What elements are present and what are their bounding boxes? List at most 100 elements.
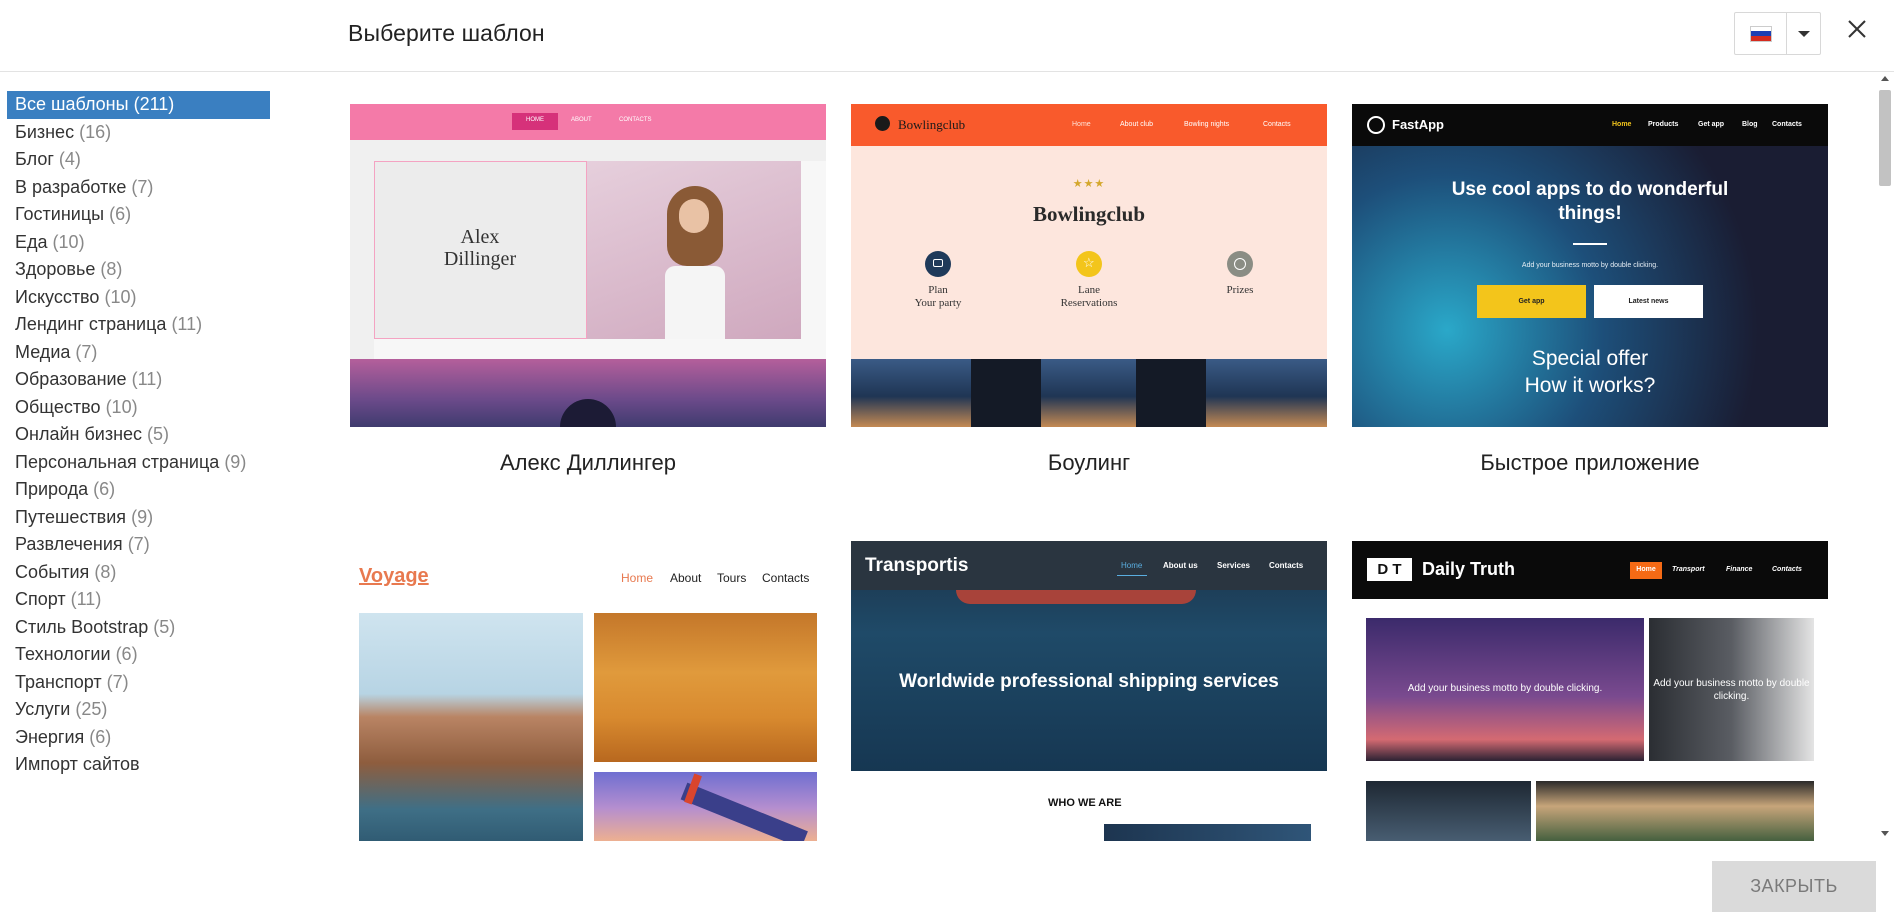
preview-nav-item: HOME — [526, 117, 544, 123]
category-count: (16) — [79, 121, 112, 142]
template-preview[interactable]: HOME ABOUT CONTACTS Alex Dillinger — [350, 104, 826, 427]
category-count: (4) — [58, 149, 81, 169]
category-count: (10) — [105, 396, 138, 417]
preview-feature: Lane — [1078, 284, 1100, 296]
category-label: Транспорт — [15, 671, 102, 692]
template-preview[interactable]: Bowlingclub Home About club Bowling nigh… — [851, 104, 1327, 427]
preview-logo: Daily Truth — [1422, 559, 1516, 579]
preview-nav-item: ABOUT — [571, 117, 592, 123]
preview-feature: Reservations — [1060, 297, 1118, 309]
category-item[interactable]: Гостиницы (6) — [7, 201, 270, 229]
category-label: События — [15, 561, 90, 582]
template-preview[interactable]: D T Daily Truth Home Transport Finance C… — [1352, 541, 1828, 841]
cliff-town-photo — [359, 613, 583, 841]
template-card[interactable]: Voyage Home About Tours Contacts — [350, 541, 826, 841]
category-item[interactable]: Персональная страница (9) — [7, 449, 270, 477]
category-item[interactable]: Технологии (6) — [7, 641, 270, 669]
category-count: (10) — [52, 231, 85, 252]
preview-nav-item: About club — [1120, 121, 1154, 128]
city-photo — [1104, 824, 1311, 841]
preview-logo: FastApp — [1392, 117, 1444, 132]
template-preview[interactable]: Transportis Home About us Services Conta… — [851, 541, 1327, 841]
scroll-down-icon[interactable] — [1881, 831, 1889, 836]
preview-logo: Voyage — [359, 565, 429, 587]
category-item[interactable]: Еда (10) — [7, 229, 270, 257]
category-count: (7) — [131, 176, 154, 197]
dialog-header: Выберите шаблон — [0, 0, 1894, 72]
close-dialog-button[interactable]: ЗАКРЫТЬ — [1712, 861, 1876, 912]
category-label: Здоровье — [15, 259, 96, 279]
preview-get-app-button: Get app — [1518, 298, 1545, 305]
category-item[interactable]: Услуги (25) — [7, 696, 270, 724]
category-item[interactable]: Импорт сайтов — [7, 751, 270, 779]
category-count: (8) — [94, 561, 117, 582]
preview-logo-mark: D T — [1377, 561, 1402, 578]
category-item[interactable]: Все шаблоны (211) — [7, 91, 270, 119]
category-item[interactable]: Транспорт (7) — [7, 669, 270, 697]
category-count: (6) — [93, 479, 116, 499]
category-count: (25) — [75, 699, 108, 719]
preview-motto: Add your business motto by double clicki… — [1521, 262, 1659, 269]
preview-heading: Bowlingclub — [1032, 202, 1146, 226]
category-item[interactable]: Медиа (7) — [7, 339, 270, 367]
category-label: Бизнес — [15, 121, 75, 142]
template-preview[interactable]: Voyage Home About Tours Contacts — [350, 541, 826, 841]
close-icon[interactable] — [1846, 18, 1868, 40]
category-label: Образование — [15, 369, 127, 389]
category-item[interactable]: Бизнес (16) — [7, 119, 270, 147]
category-item[interactable]: События (8) — [7, 559, 270, 587]
preview-nav-item: Home — [621, 571, 654, 585]
category-count: (6) — [109, 204, 132, 224]
preview-nav-item: CONTACTS — [619, 117, 652, 123]
category-item[interactable]: Общество (10) — [7, 394, 270, 422]
category-item[interactable]: Блог (4) — [7, 146, 270, 174]
category-label: Путешествия — [15, 506, 127, 527]
category-count: (6) — [89, 726, 112, 747]
category-item[interactable]: Путешествия (9) — [7, 504, 270, 532]
category-count: (7) — [75, 341, 98, 362]
template-card[interactable]: HOME ABOUT CONTACTS Alex Dillinger Алекс… — [350, 104, 826, 476]
category-item[interactable]: Природа (6) — [7, 476, 270, 504]
preview-headline: Use cool apps to do wonderful — [1451, 179, 1729, 200]
preview-nav-item: Bowling nights — [1184, 121, 1230, 128]
dialog-title: Выберите шаблон — [348, 20, 545, 46]
category-item[interactable]: Спорт (11) — [7, 586, 270, 614]
preview-nav-item: About — [670, 571, 702, 585]
stadium-lights-photo — [1536, 781, 1814, 841]
category-item[interactable]: В разработке (7) — [7, 174, 270, 202]
category-item[interactable]: Стиль Bootstrap (5) — [7, 614, 270, 642]
language-selector[interactable] — [1734, 12, 1821, 55]
category-label: Лендинг страница — [15, 314, 167, 334]
category-label: Технологии — [15, 644, 111, 664]
category-item[interactable]: Онлайн бизнес (5) — [7, 421, 270, 449]
language-flag[interactable] — [1735, 13, 1787, 54]
template-card[interactable]: D T Daily Truth Home Transport Finance C… — [1352, 541, 1828, 841]
category-label: Стиль Bootstrap — [15, 616, 149, 637]
category-item[interactable]: Развлечения (7) — [7, 531, 270, 559]
template-card[interactable]: Transportis Home About us Services Conta… — [851, 541, 1327, 841]
scroll-up-icon[interactable] — [1881, 76, 1889, 81]
category-item[interactable]: Лендинг страница (11) — [7, 311, 270, 339]
grid-scrollbar[interactable] — [1876, 72, 1894, 840]
preview-nav-item: Contacts — [1772, 121, 1802, 128]
template-card[interactable]: Bowlingclub Home About club Bowling nigh… — [851, 104, 1327, 476]
template-preview[interactable]: FastApp Home Products Get app Blog Conta… — [1352, 104, 1828, 427]
template-card[interactable]: FastApp Home Products Get app Blog Conta… — [1352, 104, 1828, 476]
preview-heading: Dillinger — [443, 248, 517, 270]
preview-feature: Prizes — [1226, 284, 1254, 296]
category-item[interactable]: Здоровье (8) — [7, 256, 270, 284]
category-label: Искусство — [15, 286, 100, 307]
preview-nav-item: Services — [1217, 561, 1250, 570]
preview-nav-item: About us — [1163, 561, 1198, 570]
preview-nav-item: Home — [1072, 121, 1091, 128]
language-dropdown-toggle[interactable] — [1787, 13, 1820, 54]
category-label: Онлайн бизнес — [15, 424, 143, 444]
template-name: Алекс Диллингер — [499, 450, 677, 475]
category-item[interactable]: Искусство (10) — [7, 284, 270, 312]
preview-headline: things! — [1558, 203, 1622, 224]
desert-photo — [594, 613, 817, 762]
category-item[interactable]: Образование (11) — [7, 366, 270, 394]
category-item[interactable]: Энергия (6) — [7, 724, 270, 752]
scrollbar-thumb[interactable] — [1879, 90, 1891, 186]
category-count: (7) — [106, 671, 129, 692]
